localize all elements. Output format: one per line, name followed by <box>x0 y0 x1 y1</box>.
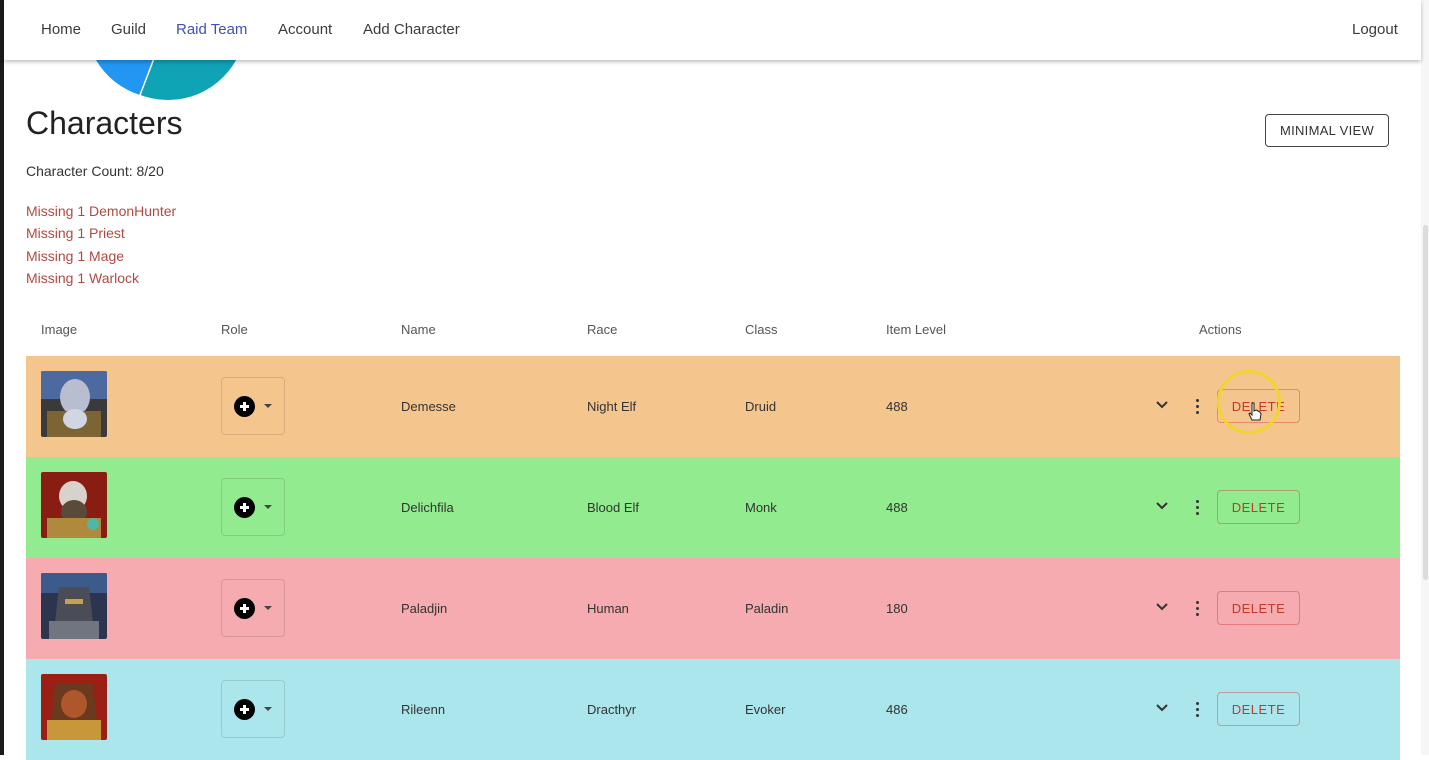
header-image: Image <box>41 322 78 337</box>
delete-button[interactable]: DELETE <box>1217 692 1300 726</box>
character-name: Paladjin <box>401 601 448 616</box>
character-race: Human <box>587 601 629 616</box>
character-item-level: 488 <box>886 500 908 515</box>
caret-down-icon <box>264 707 272 711</box>
hand-cursor-icon <box>1248 402 1262 421</box>
logout-link[interactable]: Logout <box>1352 21 1398 38</box>
add-circle-icon <box>234 699 255 720</box>
delete-button[interactable]: DELETE <box>1217 591 1300 625</box>
role-select[interactable] <box>221 478 285 536</box>
header-actions: Actions <box>1199 322 1242 337</box>
header-class: Class <box>745 322 778 337</box>
character-item-level: 180 <box>886 601 908 616</box>
header-item-level: Item Level <box>886 322 946 337</box>
nav-add-character[interactable]: Add Character <box>363 21 460 38</box>
character-item-level: 486 <box>886 702 908 717</box>
header-race: Race <box>587 322 618 337</box>
caret-down-icon <box>264 404 272 408</box>
chevron-down-icon[interactable] <box>1155 400 1169 410</box>
add-circle-icon <box>234 497 255 518</box>
page-title: Characters <box>26 105 183 141</box>
nav-raid-team[interactable]: Raid Team <box>176 21 247 38</box>
caret-down-icon <box>264 606 272 610</box>
top-navbar: Home Guild Raid Team Account Add Charact… <box>4 0 1421 60</box>
missing-class-item: Missing 1 Mage <box>26 248 125 264</box>
character-race: Night Elf <box>587 399 637 414</box>
chevron-down-icon[interactable] <box>1155 501 1169 511</box>
table-row: Rileenn Dracthyr Evoker 486 DELETE <box>26 659 1400 760</box>
missing-class-item: Missing 1 Warlock <box>26 270 140 286</box>
more-vert-icon[interactable] <box>1195 398 1199 414</box>
character-portrait[interactable] <box>41 371 107 437</box>
missing-class-item: Missing 1 Priest <box>26 225 125 241</box>
nav-guild[interactable]: Guild <box>111 21 146 38</box>
header-role: Role <box>221 322 248 337</box>
character-item-level: 488 <box>886 399 908 414</box>
character-portrait[interactable] <box>41 573 107 639</box>
caret-down-icon <box>264 505 272 509</box>
character-name: Rileenn <box>401 702 446 717</box>
table-row: Delichfila Blood Elf Monk 488 DELETE <box>26 457 1400 558</box>
character-portrait[interactable] <box>41 674 107 740</box>
more-vert-icon[interactable] <box>1195 701 1199 717</box>
character-race: Dracthyr <box>587 702 637 717</box>
delete-button[interactable]: DELETE <box>1217 490 1300 524</box>
more-vert-icon[interactable] <box>1195 499 1199 515</box>
character-class: Paladin <box>745 601 789 616</box>
minimal-view-button[interactable]: MINIMAL VIEW <box>1265 114 1389 147</box>
chevron-down-icon[interactable] <box>1155 602 1169 612</box>
missing-class-item: Missing 1 DemonHunter <box>26 203 177 219</box>
table-row: Demesse Night Elf Druid 488 DELETE <box>26 356 1400 457</box>
role-select[interactable] <box>221 579 285 637</box>
character-portrait[interactable] <box>41 472 107 538</box>
chevron-down-icon[interactable] <box>1155 703 1169 713</box>
character-count: Character Count: 8/20 <box>26 163 164 179</box>
add-circle-icon <box>234 396 255 417</box>
character-class: Monk <box>745 500 777 515</box>
character-name: Demesse <box>401 399 456 414</box>
window-edge <box>0 0 4 755</box>
character-race: Blood Elf <box>587 500 640 515</box>
scrollbar-thumb[interactable] <box>1423 225 1428 580</box>
character-class: Evoker <box>745 702 786 717</box>
table-row: Paladjin Human Paladin 180 DELETE <box>26 558 1400 659</box>
nav-account[interactable]: Account <box>278 21 332 38</box>
nav-home[interactable]: Home <box>41 21 81 38</box>
add-circle-icon <box>234 598 255 619</box>
header-name: Name <box>401 322 436 337</box>
more-vert-icon[interactable] <box>1195 600 1199 616</box>
role-select[interactable] <box>221 377 285 435</box>
character-name: Delichfila <box>401 500 454 515</box>
role-select[interactable] <box>221 680 285 738</box>
character-class: Druid <box>745 399 777 414</box>
